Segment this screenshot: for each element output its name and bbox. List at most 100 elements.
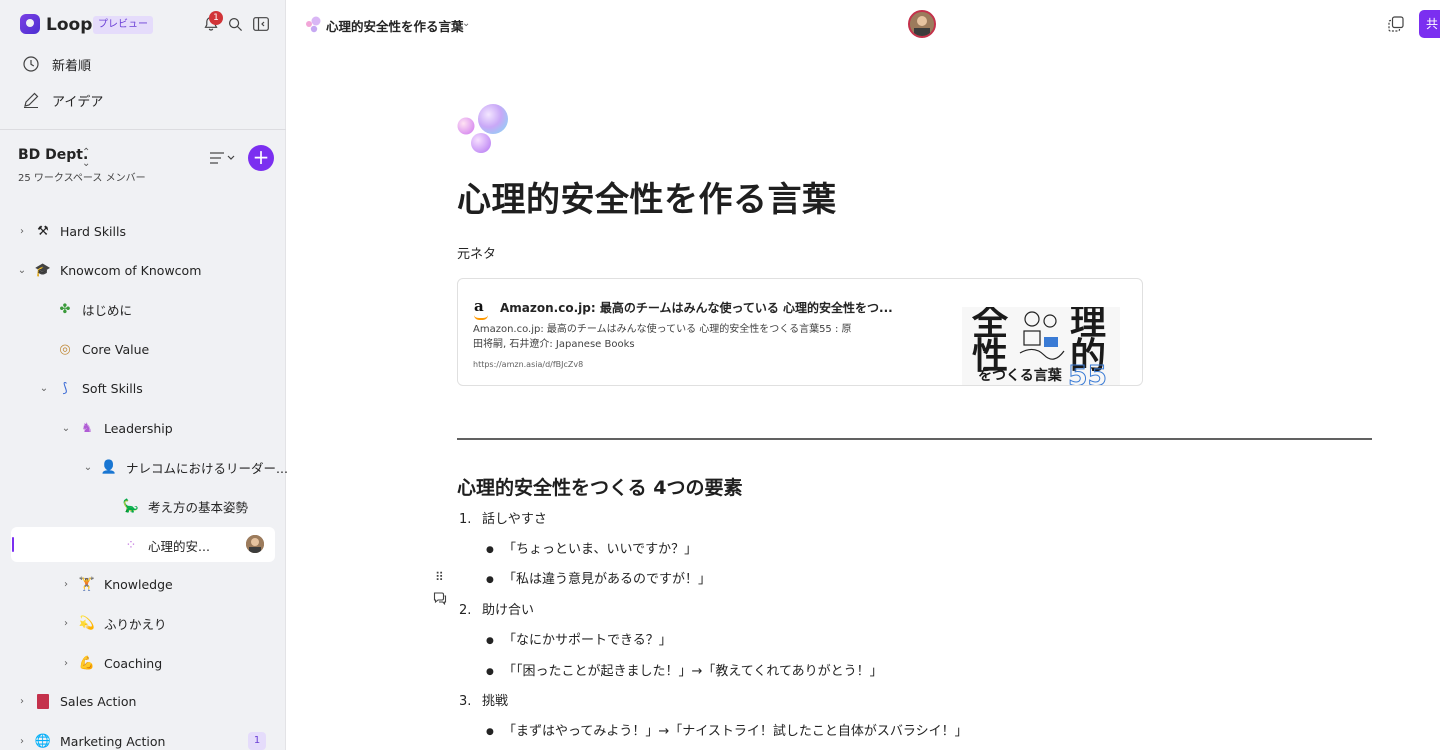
tree-item-label: Marketing Action bbox=[60, 733, 166, 749]
chevron-down-icon[interactable]: ⌄ bbox=[16, 265, 28, 276]
chevron-right-icon[interactable]: › bbox=[16, 736, 28, 747]
drag-handle-icon[interactable]: ⠿ bbox=[435, 570, 444, 584]
list-item[interactable]: 1. 話しやすさ bbox=[459, 508, 547, 527]
book-cover-thumbnail: 全 性 理 的 をつくる言葉 55 bbox=[962, 307, 1120, 386]
pencil-note-icon bbox=[24, 92, 39, 108]
list-number: 2. bbox=[459, 603, 472, 618]
bullet-text: 「「困ったことが起きました！」→「教えてくれてありがとう！」 bbox=[503, 664, 883, 679]
tree-item-sales-action[interactable]: › Sales Action bbox=[16, 689, 136, 713]
bullet-icon: ● bbox=[486, 544, 494, 555]
thumb-number: 55 bbox=[1068, 359, 1108, 386]
tree-item-label: ナレコムにおけるリーダー... bbox=[126, 460, 288, 476]
notification-badge: 1 bbox=[209, 11, 223, 25]
selected-indicator bbox=[12, 537, 14, 552]
amazon-smile-icon bbox=[474, 315, 488, 320]
tree-item-core-value[interactable]: ◎ Core Value bbox=[56, 337, 149, 361]
loop-logo-icon bbox=[20, 14, 40, 34]
doc-title-breadcrumb[interactable]: 心理的安全性を作る言葉 bbox=[326, 16, 464, 35]
sort-menu-icon[interactable] bbox=[209, 151, 237, 165]
collaborator-avatar[interactable] bbox=[908, 10, 936, 38]
nav-ideas[interactable]: アイデア bbox=[22, 89, 103, 111]
page-bubbles-icon bbox=[306, 16, 321, 33]
bullet-item[interactable]: ● 「ちょっといま、いいですか？」 bbox=[486, 538, 697, 557]
tree-item-label: Hard Skills bbox=[60, 223, 126, 239]
tree-item-label: Knowledge bbox=[104, 576, 173, 592]
tree-item-label: Sales Action bbox=[60, 693, 137, 709]
copy-component-icon[interactable] bbox=[1388, 16, 1404, 32]
source-label[interactable]: 元ネタ bbox=[457, 243, 496, 262]
sidebar-topbar: Loop プレビュー 1 bbox=[0, 0, 286, 50]
tree-item-psych-safety[interactable]: ⁘ 心理的安... bbox=[122, 533, 210, 557]
tree-item-knowcom[interactable]: ⌄ 🎓 Knowcom of Knowcom bbox=[16, 258, 202, 282]
book-icon bbox=[34, 692, 52, 710]
tree-item-intro[interactable]: ✤ はじめに bbox=[56, 297, 132, 321]
link-preview-card[interactable]: a Amazon.co.jp: 最高のチームはみんな使っている 心理的安全性をつ… bbox=[457, 278, 1143, 386]
flexed-arm-icon: 💪 bbox=[78, 655, 96, 671]
sidebar-divider bbox=[0, 129, 286, 130]
preview-badge: プレビュー bbox=[93, 16, 153, 34]
tree-item-retrospect[interactable]: › 💫 ふりかえり bbox=[60, 611, 167, 635]
comment-icon[interactable] bbox=[433, 591, 447, 605]
tree-item-soft-skills[interactable]: ⌄ ⟆ Soft Skills bbox=[38, 376, 143, 400]
chevron-down-icon[interactable]: ⌄ bbox=[462, 18, 470, 29]
tree-item-label: はじめに bbox=[82, 302, 133, 318]
tree-item-hard-skills[interactable]: › ⚒ Hard Skills bbox=[16, 219, 126, 243]
bullet-icon: ● bbox=[486, 726, 494, 737]
add-page-button[interactable]: + bbox=[248, 145, 274, 171]
link-card-title[interactable]: Amazon.co.jp: 最高のチームはみんな使っている 心理的安全性をつ..… bbox=[500, 299, 893, 316]
clock-icon bbox=[23, 56, 39, 72]
chevron-right-icon[interactable]: › bbox=[16, 226, 28, 237]
page-icon-bubbles[interactable] bbox=[457, 103, 509, 155]
bullet-text: 「私は違う意見があるのですが！」 bbox=[503, 572, 712, 587]
bubbles-icon: ⁘ bbox=[125, 537, 137, 553]
chevron-right-icon[interactable]: › bbox=[60, 658, 72, 669]
workspace-switch-icon[interactable]: ⌃ ⌄ bbox=[82, 147, 90, 169]
globe-icon: 🌐 bbox=[34, 733, 52, 749]
collapse-panel-icon[interactable] bbox=[253, 17, 269, 31]
bullet-item[interactable]: ● 「私は違う意見があるのですが！」 bbox=[486, 568, 711, 587]
page-title[interactable]: 心理的安全性を作る言葉 bbox=[457, 172, 837, 221]
section-heading[interactable]: 心理的安全性をつくる 4つの要素 bbox=[457, 473, 742, 500]
link-card-url[interactable]: https://amzn.asia/d/fBJcZv8 bbox=[473, 360, 583, 369]
bullet-icon: ● bbox=[486, 635, 494, 646]
divider-line bbox=[457, 438, 1372, 440]
workspace-name[interactable]: BD Dept. bbox=[18, 147, 88, 163]
list-item[interactable]: 2. 助け合い bbox=[459, 599, 534, 618]
bullet-item[interactable]: ● 「「困ったことが起きました！」→「教えてくれてありがとう！」 bbox=[486, 660, 883, 679]
tree-item-coaching[interactable]: › 💪 Coaching bbox=[60, 651, 162, 675]
list-item-label: 話しやすさ bbox=[482, 512, 547, 527]
chevron-down-icon[interactable]: ⌄ bbox=[38, 383, 50, 394]
chevron-right-icon[interactable]: › bbox=[60, 618, 72, 629]
list-item[interactable]: 3. 挑戦 bbox=[459, 690, 508, 709]
tree-item-narecom-leader[interactable]: ⌄ 👤 ナレコムにおけるリーダー... bbox=[82, 455, 288, 479]
bullet-text: 「まずはやってみよう！」→「ナイストライ！試したこと自体がスバラシイ！」 bbox=[503, 724, 968, 739]
dinosaur-icon: 🦕 bbox=[122, 498, 140, 514]
bullet-item[interactable]: ● 「まずはやってみよう！」→「ナイストライ！試したこと自体がスバラシイ！」 bbox=[486, 720, 968, 739]
unicorn-icon: ♞ bbox=[81, 420, 93, 436]
bullet-text: 「ちょっといま、いいですか？」 bbox=[503, 542, 698, 557]
chevron-down-icon[interactable]: ⌄ bbox=[60, 423, 72, 434]
tree-item-knowledge[interactable]: › 🏋 Knowledge bbox=[60, 572, 173, 596]
share-button[interactable]: 共 bbox=[1419, 10, 1440, 38]
tree-item-label: ふりかえり bbox=[104, 616, 167, 632]
nav-recent[interactable]: 新着順 bbox=[22, 53, 91, 75]
chevron-right-icon[interactable]: › bbox=[60, 579, 72, 590]
bullet-item[interactable]: ● 「なにかサポートできる？」 bbox=[486, 629, 672, 648]
chevron-down-icon[interactable]: ⌄ bbox=[82, 462, 94, 473]
bullet-text: 「なにかサポートできる？」 bbox=[503, 633, 672, 648]
sidebar: Loop プレビュー 1 新着順 アイデア BD Dept. ⌃ ⌄ 25 ワー… bbox=[0, 0, 288, 750]
dizzy-icon: 💫 bbox=[78, 615, 96, 631]
chevron-right-icon[interactable]: › bbox=[16, 696, 28, 707]
list-item-label: 挑戦 bbox=[482, 694, 509, 709]
workspace-members[interactable]: 25 ワークスペース メンバー bbox=[18, 169, 146, 184]
list-number: 3. bbox=[459, 694, 472, 709]
link-card-description: Amazon.co.jp: 最高のチームはみんな使っている 心理的安全性をつくる… bbox=[473, 324, 852, 350]
tree-item-thinking-basics[interactable]: 🦕 考え方の基本姿勢 bbox=[122, 494, 248, 518]
tree-item-leadership[interactable]: ⌄ ♞ Leadership bbox=[60, 416, 173, 440]
tree-item-label: 心理的安... bbox=[148, 538, 210, 554]
clover-icon: ✤ bbox=[59, 301, 71, 317]
avatar bbox=[246, 535, 264, 553]
search-icon[interactable] bbox=[228, 17, 243, 32]
graduation-cap-icon: 🎓 bbox=[34, 262, 52, 278]
tree-item-marketing-action[interactable]: › 🌐 Marketing Action bbox=[16, 729, 165, 750]
